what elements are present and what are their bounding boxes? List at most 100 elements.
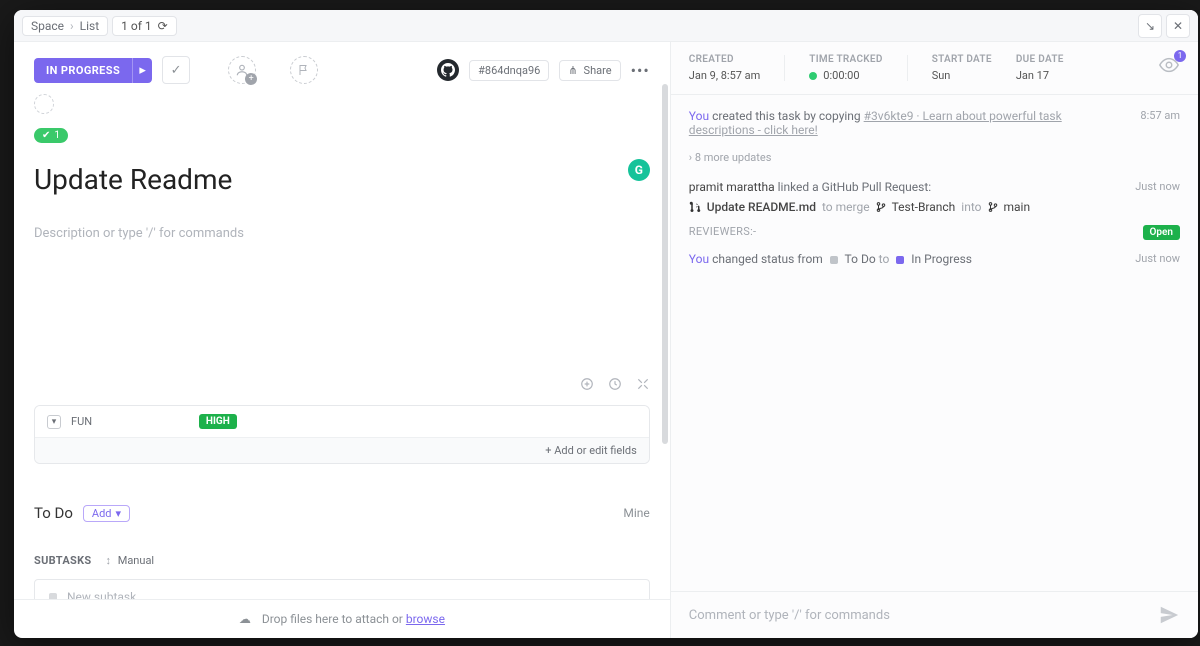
- grammarly-icon[interactable]: G: [628, 159, 650, 181]
- pr-title[interactable]: Update README.md: [707, 200, 816, 214]
- close-icon: ✕: [1173, 19, 1183, 33]
- check-icon: ✓: [171, 63, 182, 78]
- history-icon[interactable]: [608, 377, 622, 391]
- pr-from-branch[interactable]: Test-Branch: [892, 200, 956, 214]
- status-to: In Progress: [911, 252, 972, 266]
- more-updates-label: 8 more updates: [695, 151, 772, 164]
- priority-add[interactable]: [290, 56, 318, 84]
- sort-label: Manual: [118, 554, 154, 567]
- time-tracked-value: 0:00:00: [809, 69, 882, 82]
- right-header: CREATED Jan 9, 8:57 am TIME TRACKED 0:00…: [671, 42, 1198, 95]
- cloud-upload-icon: ☁: [239, 612, 251, 626]
- activity-item: You created this task by copying #3v6kte…: [689, 109, 1180, 137]
- activity-text: changed status from: [712, 252, 826, 266]
- branch-icon: [876, 202, 886, 212]
- refresh-icon[interactable]: ⟳: [158, 19, 168, 33]
- chevron-right-icon: ›: [70, 19, 74, 33]
- breadcrumb[interactable]: Space › List: [22, 16, 108, 36]
- subtask-count: 1: [54, 130, 60, 141]
- to-word: to: [879, 252, 893, 266]
- task-id-chip[interactable]: #864dnqa96: [469, 60, 549, 81]
- watchers-button[interactable]: 1: [1158, 54, 1180, 76]
- activity-item: You changed status from To Do to In Prog…: [689, 252, 1180, 266]
- send-icon[interactable]: [1158, 604, 1180, 626]
- complete-button[interactable]: ✓: [162, 56, 190, 84]
- custom-field-value[interactable]: HIGH: [199, 414, 237, 429]
- add-edit-fields[interactable]: + Add or edit fields: [35, 437, 649, 463]
- more-updates-toggle[interactable]: › 8 more updates: [689, 151, 1180, 164]
- subtasks-header: SUBTASKS: [34, 554, 91, 567]
- status-button[interactable]: IN PROGRESS ▸: [34, 58, 152, 83]
- due-date-label: DUE DATE: [1016, 54, 1064, 65]
- left-panel: IN PROGRESS ▸ ✓ +: [14, 42, 671, 638]
- custom-field-row[interactable]: ▾ FUN HIGH: [35, 406, 649, 437]
- dropzone-text: Drop files here to attach or: [262, 612, 406, 626]
- scrollbar-thumb[interactable]: [662, 84, 668, 444]
- watchers-count: 1: [1174, 50, 1186, 62]
- subtask-count-badge[interactable]: ✔ 1: [34, 128, 68, 143]
- close-button[interactable]: ✕: [1166, 14, 1190, 38]
- meta-created: CREATED Jan 9, 8:57 am: [689, 54, 761, 82]
- ai-icon[interactable]: [580, 377, 594, 391]
- status-dot-inprogress: [896, 256, 904, 264]
- pr-into-text: into: [961, 200, 981, 214]
- breadcrumb-space: Space: [31, 19, 64, 33]
- expand-icon[interactable]: [636, 377, 650, 391]
- plus-icon: +: [245, 73, 257, 85]
- parent-task-icon[interactable]: [34, 94, 54, 114]
- activity-text: created this task by copying: [712, 109, 864, 123]
- sort-icon: ↕: [105, 554, 111, 567]
- mine-filter[interactable]: Mine: [623, 506, 649, 520]
- status-from: To Do: [845, 252, 876, 266]
- branch-icon: [988, 202, 998, 212]
- chevron-right-icon: ›: [689, 151, 692, 164]
- activity-timestamp: Just now: [1135, 180, 1180, 214]
- minimize-icon: ↘: [1145, 19, 1155, 33]
- more-menu[interactable]: •••: [631, 61, 650, 80]
- add-button[interactable]: Add ▾: [83, 505, 130, 522]
- description-input[interactable]: Description or type '/' for commands: [34, 226, 650, 241]
- breadcrumb-position: 1 of 1: [121, 19, 151, 33]
- activity-text: linked a GitHub Pull Request:: [778, 180, 932, 194]
- activity-user[interactable]: You: [689, 252, 709, 266]
- task-modal: Space › List 1 of 1 ⟳ ↘ ✕ IN PROGRESS ▸ …: [14, 10, 1198, 638]
- chevron-down-icon: ▾: [47, 415, 61, 429]
- time-tracked-label: TIME TRACKED: [809, 54, 882, 65]
- activity-user[interactable]: You: [689, 109, 709, 123]
- new-subtask-input[interactable]: New subtask: [34, 579, 650, 599]
- flag-icon: [298, 64, 310, 76]
- sort-toggle[interactable]: ↕ Manual: [105, 554, 154, 567]
- right-panel: CREATED Jan 9, 8:57 am TIME TRACKED 0:00…: [671, 42, 1198, 638]
- comment-input[interactable]: Comment or type '/' for commands: [689, 608, 1148, 623]
- meta-start-date[interactable]: START DATE Sun: [932, 54, 992, 82]
- pull-request-icon: [689, 201, 701, 213]
- assignee-add[interactable]: +: [228, 56, 256, 84]
- start-date-label: START DATE: [932, 54, 992, 65]
- comment-bar[interactable]: Comment or type '/' for commands: [671, 591, 1198, 638]
- check-circle-icon: ✔: [42, 130, 50, 141]
- task-title[interactable]: Update Readme: [34, 163, 232, 196]
- custom-field-name: FUN: [71, 415, 92, 428]
- pr-to-branch[interactable]: main: [1004, 200, 1031, 214]
- reviewers-label: REVIEWERS:-: [689, 225, 757, 238]
- task-id: #864dnqa96: [478, 64, 540, 77]
- attachment-dropzone[interactable]: ☁ Drop files here to attach or browse: [14, 599, 670, 638]
- share-label: Share: [584, 64, 612, 77]
- activity-item: pramit marattha linked a GitHub Pull Req…: [689, 180, 1180, 214]
- meta-time-tracked[interactable]: TIME TRACKED 0:00:00: [809, 54, 882, 82]
- created-value: Jan 9, 8:57 am: [689, 69, 761, 82]
- start-date-value: Sun: [932, 69, 992, 82]
- browse-link[interactable]: browse: [406, 612, 445, 626]
- reviewers-row: REVIEWERS:- Open: [689, 224, 1180, 238]
- status-next-icon[interactable]: ▸: [132, 58, 152, 83]
- breadcrumb-bar: Space › List 1 of 1 ⟳ ↘ ✕: [14, 10, 1198, 42]
- github-icon[interactable]: [437, 59, 459, 81]
- meta-due-date[interactable]: DUE DATE Jan 17: [1016, 54, 1064, 82]
- activity-timestamp: Just now: [1135, 252, 1180, 266]
- activity-feed: You created this task by copying #3v6kte…: [671, 95, 1198, 591]
- minimize-button[interactable]: ↘: [1138, 14, 1162, 38]
- add-label: Add: [92, 507, 112, 520]
- activity-user[interactable]: pramit marattha: [689, 180, 775, 194]
- chevron-down-icon: ▾: [116, 507, 122, 520]
- share-button[interactable]: ⋔ Share: [559, 60, 620, 81]
